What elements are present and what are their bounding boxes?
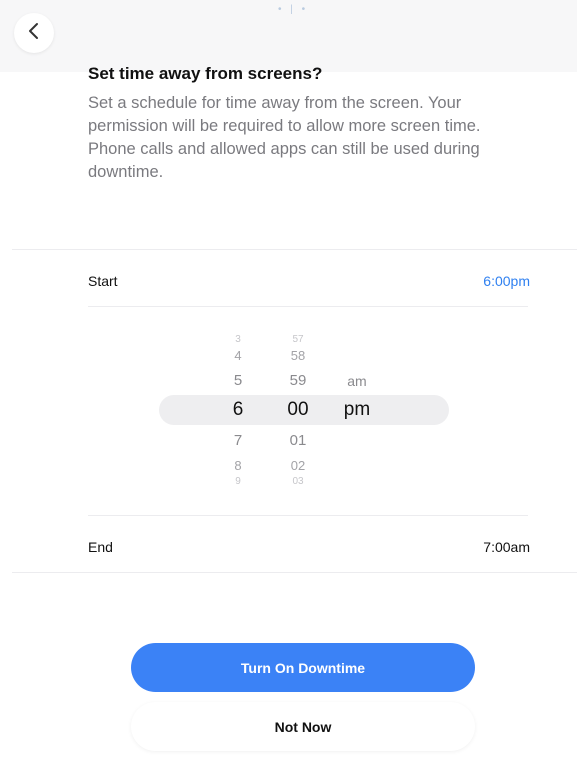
page-title: Set time away from screens? xyxy=(88,64,323,83)
hour-option[interactable]: 3 xyxy=(218,334,258,345)
period-option-selected[interactable]: pm xyxy=(337,399,377,421)
minute-option[interactable]: 59 xyxy=(278,372,318,389)
chevron-left-icon xyxy=(27,22,41,45)
start-label: Start xyxy=(88,273,118,289)
minute-option[interactable]: 57 xyxy=(278,334,318,345)
divider xyxy=(88,515,528,516)
time-picker[interactable]: 3 4 5 6 7 8 9 57 58 59 00 01 02 03 am pm xyxy=(150,320,460,498)
hour-option[interactable]: 4 xyxy=(218,348,258,363)
end-label: End xyxy=(88,539,113,555)
hour-option[interactable]: 7 xyxy=(218,432,258,449)
hour-option[interactable]: 5 xyxy=(218,372,258,389)
minute-option-selected[interactable]: 00 xyxy=(278,399,318,421)
turn-on-downtime-button[interactable]: Turn On Downtime xyxy=(131,643,475,692)
minute-option[interactable]: 58 xyxy=(278,348,318,363)
start-time-value[interactable]: 6:00pm xyxy=(483,273,530,289)
minute-option[interactable]: 03 xyxy=(278,476,318,487)
not-now-button[interactable]: Not Now xyxy=(131,702,475,751)
divider xyxy=(88,306,528,307)
hour-option-selected[interactable]: 6 xyxy=(218,399,258,421)
divider xyxy=(12,572,577,573)
minute-option[interactable]: 02 xyxy=(278,458,318,473)
back-button[interactable] xyxy=(14,13,54,53)
page-description: Set a schedule for time away from the sc… xyxy=(88,94,481,181)
hour-option[interactable]: 8 xyxy=(218,458,258,473)
minute-option[interactable]: 01 xyxy=(278,432,318,449)
divider xyxy=(12,249,577,250)
page-indicator-icon: • | • xyxy=(278,4,309,15)
end-time-value[interactable]: 7:00am xyxy=(483,539,530,555)
period-option[interactable]: am xyxy=(337,373,377,389)
hour-option[interactable]: 9 xyxy=(218,476,258,487)
